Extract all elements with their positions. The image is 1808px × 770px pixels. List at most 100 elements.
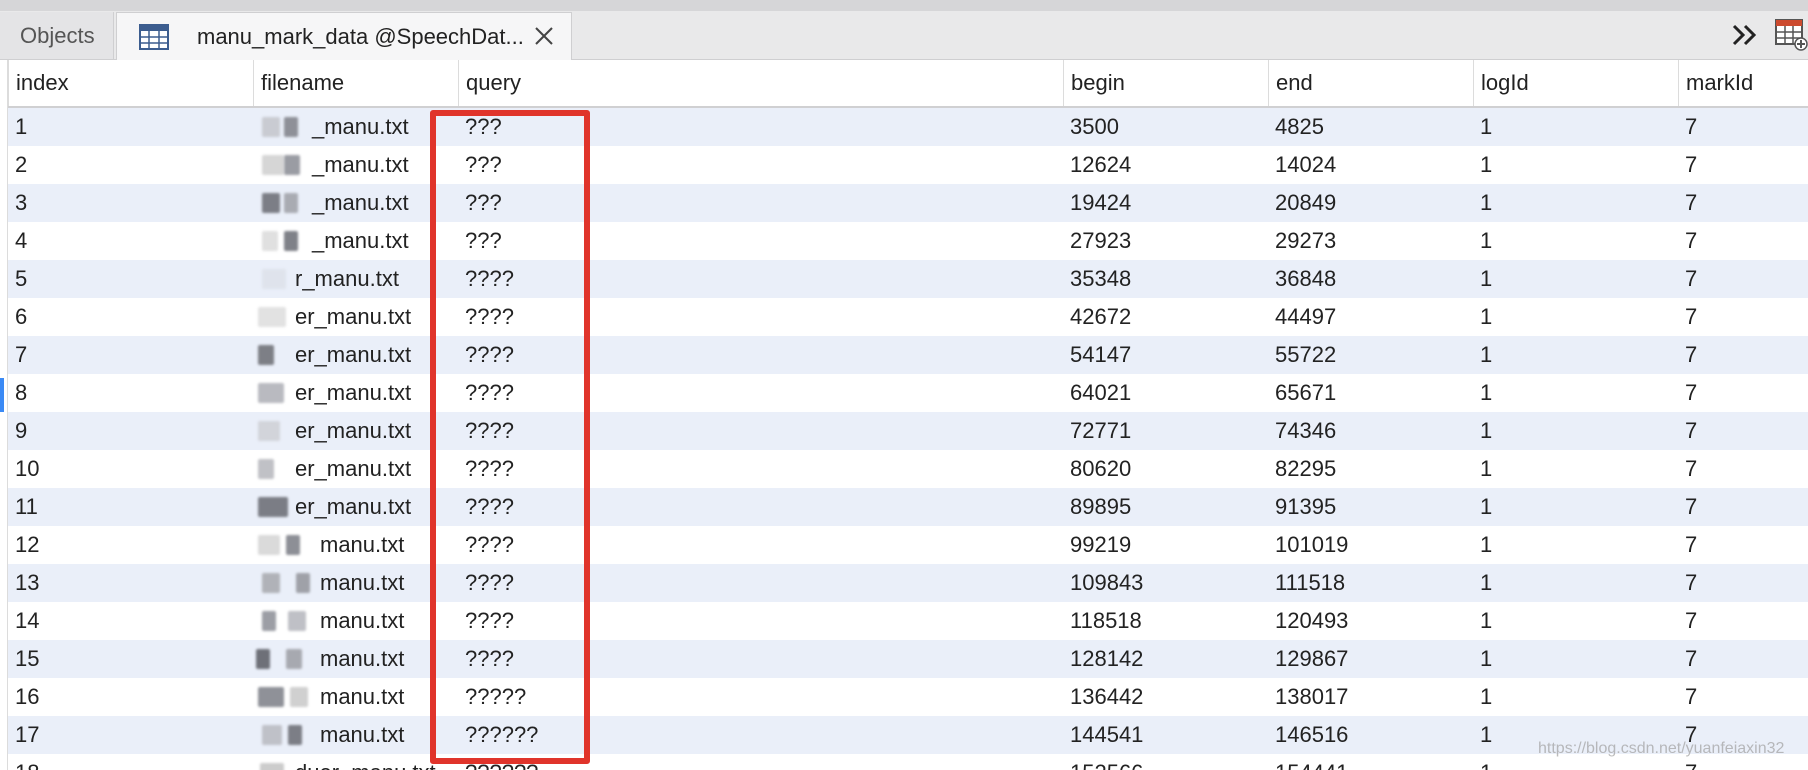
cell-markid[interactable]: 7 — [1678, 488, 1697, 526]
cell-logid[interactable]: 1 — [1473, 602, 1492, 640]
cell-logid[interactable]: 1 — [1473, 336, 1492, 374]
cell-markid[interactable]: 7 — [1678, 336, 1697, 374]
cell-end[interactable]: 65671 — [1268, 374, 1336, 412]
cell-logid[interactable]: 1 — [1473, 184, 1492, 222]
cell-markid[interactable]: 7 — [1678, 374, 1697, 412]
column-header-end[interactable]: end — [1268, 60, 1473, 106]
cell-end[interactable]: 111518 — [1268, 564, 1345, 602]
table-row[interactable]: 5 r_manu.txt???? 35348 36848 1 7 — [8, 260, 1808, 298]
cell-filename[interactable]: _manu.txt — [305, 146, 409, 184]
table-row[interactable]: 14 manu.txt???? 118518 120493 1 7 — [8, 602, 1808, 640]
cell-markid[interactable]: 7 — [1678, 146, 1697, 184]
tab-objects[interactable]: Objects — [0, 12, 114, 59]
column-header-logid[interactable]: logId — [1473, 60, 1678, 106]
cell-index[interactable]: 1 — [8, 108, 27, 146]
cell-filename[interactable]: manu.txt — [313, 564, 404, 602]
table-row[interactable]: 8 er_manu.txt???? 64021 65671 1 7 — [8, 374, 1808, 412]
cell-filename[interactable]: _manu.txt — [305, 108, 409, 146]
table-row[interactable]: 4 _manu.txt??? 27923 29273 1 7 — [8, 222, 1808, 260]
cell-logid[interactable]: 1 — [1473, 488, 1492, 526]
table-row[interactable]: 12 manu.txt???? 99219 101019 1 7 — [8, 526, 1808, 564]
cell-filename[interactable]: _manu.txt — [305, 222, 409, 260]
cell-index[interactable]: 3 — [8, 184, 27, 222]
tab-manu-mark-data[interactable]: manu_mark_data @SpeechDat... — [116, 12, 572, 60]
cell-begin[interactable]: 109843 — [1063, 564, 1143, 602]
cell-logid[interactable]: 1 — [1473, 678, 1492, 716]
column-header-filename[interactable]: filename — [253, 60, 458, 106]
cell-markid[interactable]: 7 — [1678, 450, 1697, 488]
close-icon[interactable] — [531, 23, 557, 49]
cell-index[interactable]: 14 — [8, 602, 39, 640]
cell-end[interactable]: 120493 — [1268, 602, 1348, 640]
cell-begin[interactable]: 136442 — [1063, 678, 1143, 716]
column-header-index[interactable]: index — [8, 60, 253, 106]
cell-markid[interactable]: 7 — [1678, 602, 1697, 640]
table-row[interactable]: 10 er_manu.txt???? 80620 82295 1 7 — [8, 450, 1808, 488]
cell-filename[interactable]: r_manu.txt — [288, 260, 399, 298]
cell-logid[interactable]: 1 — [1473, 260, 1492, 298]
cell-markid[interactable]: 7 — [1678, 678, 1697, 716]
table-row[interactable]: 15 manu.txt???? 128142 129867 1 7 — [8, 640, 1808, 678]
cell-logid[interactable]: 1 — [1473, 640, 1492, 678]
cell-logid[interactable]: 1 — [1473, 412, 1492, 450]
column-header-begin[interactable]: begin — [1063, 60, 1268, 106]
cell-filename[interactable]: er_manu.txt — [288, 450, 411, 488]
cell-markid[interactable]: 7 — [1678, 260, 1697, 298]
cell-index[interactable]: 18 — [8, 754, 39, 770]
table-row[interactable]: 16 manu.txt????? 136442 138017 1 7 — [8, 678, 1808, 716]
cell-markid[interactable]: 7 — [1678, 564, 1697, 602]
cell-begin[interactable]: 54147 — [1063, 336, 1131, 374]
cell-index[interactable]: 7 — [8, 336, 27, 374]
cell-end[interactable]: 74346 — [1268, 412, 1336, 450]
cell-filename[interactable]: er_manu.txt — [288, 374, 411, 412]
cell-markid[interactable]: 7 — [1678, 640, 1697, 678]
column-header-markid[interactable]: markId — [1678, 60, 1808, 106]
cell-end[interactable]: 20849 — [1268, 184, 1336, 222]
cell-markid[interactable]: 7 — [1678, 526, 1697, 564]
cell-filename[interactable]: er_manu.txt — [288, 412, 411, 450]
cell-end[interactable]: 101019 — [1268, 526, 1348, 564]
table-row[interactable]: 1 _manu.txt??? 3500 4825 1 7 — [8, 108, 1808, 146]
cell-filename[interactable]: manu.txt — [313, 640, 404, 678]
table-add-icon[interactable] — [1774, 17, 1808, 51]
cell-filename[interactable]: er_manu.txt — [288, 488, 411, 526]
cell-logid[interactable]: 1 — [1473, 146, 1492, 184]
table-row[interactable]: 3 _manu.txt??? 19424 20849 1 7 — [8, 184, 1808, 222]
data-grid[interactable]: index filename query begin end logId markId 1 _… — [0, 60, 1808, 770]
table-row[interactable]: 7 er_manu.txt???? 54147 55722 1 7 — [8, 336, 1808, 374]
cell-index[interactable]: 6 — [8, 298, 27, 336]
cell-begin[interactable]: 128142 — [1063, 640, 1143, 678]
cell-index[interactable]: 2 — [8, 146, 27, 184]
cell-index[interactable]: 9 — [8, 412, 27, 450]
cell-begin[interactable]: 27923 — [1063, 222, 1131, 260]
cell-begin[interactable]: 152566 — [1063, 754, 1143, 770]
table-row[interactable]: 2 _manu.txt??? 12624 14024 1 7 — [8, 146, 1808, 184]
cell-end[interactable]: 14024 — [1268, 146, 1336, 184]
cell-begin[interactable]: 99219 — [1063, 526, 1131, 564]
table-row[interactable]: 13 manu.txt???? 109843 111518 1 7 — [8, 564, 1808, 602]
cell-end[interactable]: 82295 — [1268, 450, 1336, 488]
cell-markid[interactable]: 7 — [1678, 222, 1697, 260]
cell-end[interactable]: 91395 — [1268, 488, 1336, 526]
cell-filename[interactable]: er_manu.txt — [288, 298, 411, 336]
cell-begin[interactable]: 64021 — [1063, 374, 1131, 412]
cell-logid[interactable]: 1 — [1473, 374, 1492, 412]
cell-markid[interactable]: 7 — [1678, 298, 1697, 336]
cell-index[interactable]: 17 — [8, 716, 39, 754]
cell-begin[interactable]: 144541 — [1063, 716, 1143, 754]
cell-end[interactable]: 29273 — [1268, 222, 1336, 260]
cell-index[interactable]: 11 — [8, 488, 38, 526]
cell-index[interactable]: 4 — [8, 222, 27, 260]
cell-logid[interactable]: 1 — [1473, 108, 1492, 146]
cell-begin[interactable]: 118518 — [1063, 602, 1142, 640]
column-header-query[interactable]: query — [458, 60, 1063, 106]
cell-logid[interactable]: 1 — [1473, 564, 1492, 602]
table-row[interactable]: 6 er_manu.txt???? 42672 44497 1 7 — [8, 298, 1808, 336]
cell-begin[interactable]: 35348 — [1063, 260, 1131, 298]
cell-filename[interactable]: er_manu.txt — [288, 336, 411, 374]
cell-index[interactable]: 15 — [8, 640, 39, 678]
cell-filename[interactable]: manu.txt — [313, 526, 404, 564]
cell-logid[interactable]: 1 — [1473, 298, 1492, 336]
cell-markid[interactable]: 7 — [1678, 412, 1697, 450]
cell-begin[interactable]: 80620 — [1063, 450, 1131, 488]
